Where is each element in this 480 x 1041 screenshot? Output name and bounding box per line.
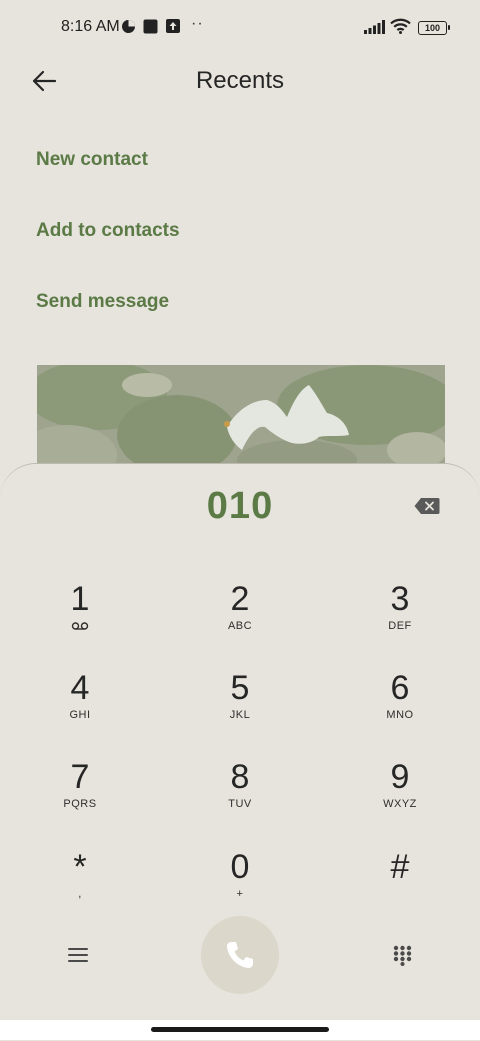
phone-icon	[227, 942, 253, 968]
send-message-option[interactable]: Send message	[36, 291, 169, 313]
dial-key-8[interactable]: 8 TUV	[170, 758, 310, 838]
new-contact-option[interactable]: New contact	[36, 149, 148, 171]
dial-key-digit: 0	[230, 848, 250, 886]
page-title: Recents	[195, 67, 285, 94]
dial-key-digit: 1	[70, 580, 90, 618]
dial-key-letters: ABC	[227, 620, 253, 632]
data-saver-icon	[122, 20, 135, 33]
add-to-contacts-option[interactable]: Add to contacts	[36, 220, 180, 242]
dial-key-6[interactable]: 6 MNO	[330, 669, 470, 749]
dial-key-letters: WXYZ	[383, 798, 417, 810]
dial-key-2[interactable]: 2 ABC	[170, 580, 310, 660]
dial-key-letters: DEF	[388, 620, 412, 632]
dial-key-star[interactable]: * ,	[10, 848, 150, 928]
notification-square-icon	[143, 19, 158, 34]
battery-indicator: 100	[418, 21, 450, 35]
dial-key-digit: 2	[230, 580, 250, 618]
dial-key-letters: JKL	[229, 709, 251, 721]
upload-icon	[166, 19, 180, 33]
wifi-icon	[390, 18, 411, 34]
dial-key-9[interactable]: 9 WXYZ	[330, 758, 470, 838]
dial-key-digit: *	[73, 848, 87, 886]
status-time: 8:16 AM	[61, 18, 120, 35]
dial-key-4[interactable]: 4 GHI	[10, 669, 150, 749]
dial-key-digit: 3	[390, 580, 410, 618]
dial-key-letters: +	[236, 888, 244, 900]
menu-icon[interactable]	[68, 946, 88, 964]
status-bar: 8:16 AM ·· 100	[0, 0, 480, 56]
voicemail-icon	[71, 622, 89, 630]
call-button[interactable]	[201, 916, 279, 994]
more-notifications-icon: ··	[191, 15, 204, 32]
backspace-icon[interactable]	[414, 497, 440, 515]
home-gesture-bar[interactable]	[151, 1027, 329, 1032]
dial-key-5[interactable]: 5 JKL	[170, 669, 310, 749]
dialed-number: 010	[206, 485, 274, 527]
dial-key-digit: 5	[230, 669, 250, 707]
dial-key-letters: ,	[78, 888, 82, 900]
dial-key-digit: #	[390, 848, 410, 886]
dial-key-1[interactable]: 1	[10, 580, 150, 660]
dial-key-3[interactable]: 3 DEF	[330, 580, 470, 660]
dial-key-digit: 9	[390, 758, 410, 796]
signal-icon	[364, 20, 385, 34]
dial-key-digit: 8	[230, 758, 250, 796]
dial-key-digit: 4	[70, 669, 90, 707]
dial-key-7[interactable]: 7 PQRS	[10, 758, 150, 838]
dialpad-icon[interactable]	[393, 945, 412, 966]
dial-key-digit: 6	[390, 669, 410, 707]
dial-key-letters: MNO	[386, 709, 414, 721]
contact-photo-image	[37, 365, 445, 475]
dial-key-digit: 7	[70, 758, 90, 796]
dial-key-letters: PQRS	[63, 798, 97, 810]
dial-key-letters: TUV	[228, 798, 252, 810]
dial-key-hash[interactable]: #	[330, 848, 470, 928]
dial-key-letters: GHI	[69, 709, 91, 721]
